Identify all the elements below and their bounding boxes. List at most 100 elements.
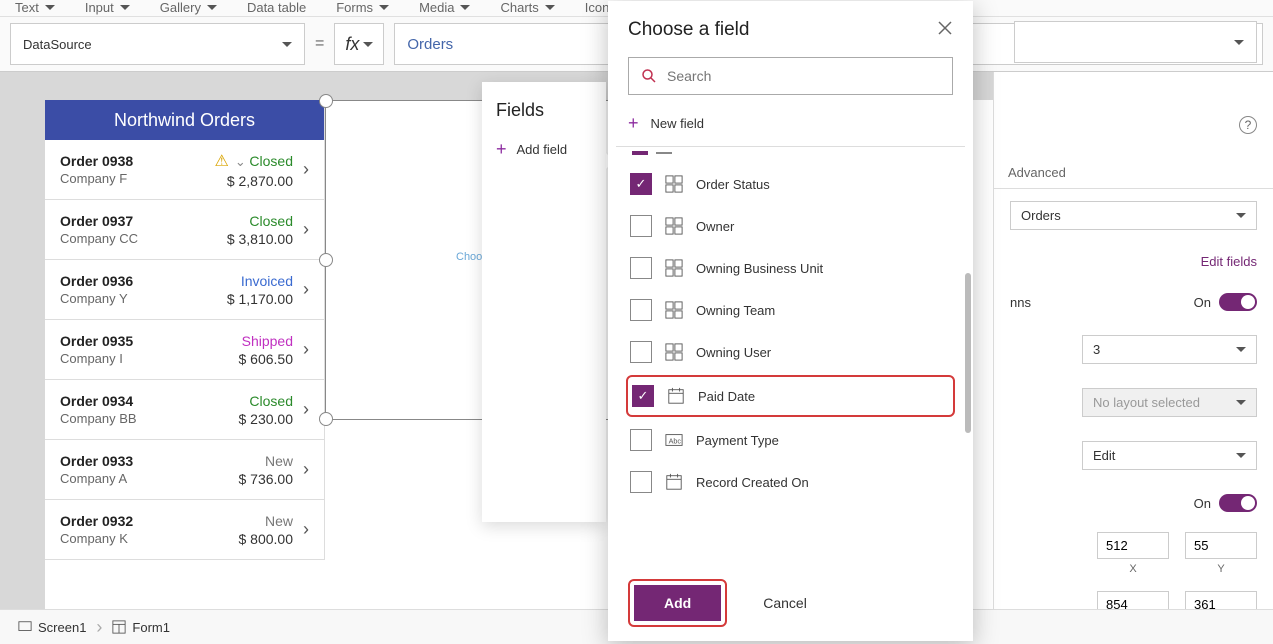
- datasource-select[interactable]: Orders: [1010, 201, 1257, 230]
- field-option[interactable]: Owning User: [622, 331, 959, 373]
- order-amount: $ 606.50: [239, 351, 294, 367]
- chevron-down-icon: [282, 42, 292, 47]
- order-title: Order 0934: [60, 393, 239, 409]
- field-option[interactable]: Owning Team: [622, 289, 959, 331]
- order-company: Company BB: [60, 411, 239, 426]
- resize-handle[interactable]: [319, 94, 333, 108]
- field-option[interactable]: ✓ Order Status: [622, 163, 959, 205]
- new-field-button[interactable]: + New field: [628, 107, 953, 140]
- gallery-item[interactable]: Order 0935 Company I Shipped $ 606.50 ›: [45, 320, 324, 380]
- property-dropdown[interactable]: DataSource: [10, 23, 305, 65]
- checkbox[interactable]: [630, 215, 652, 237]
- field-option[interactable]: Owner: [622, 205, 959, 247]
- datasource-value: Orders: [1021, 208, 1061, 223]
- chevron-down-icon: [1236, 400, 1246, 405]
- ribbon-gallery[interactable]: Gallery: [160, 0, 217, 15]
- order-company: Company Y: [60, 291, 227, 306]
- snap-columns-label: nns: [1010, 295, 1031, 310]
- hidden-dropdown[interactable]: [1014, 21, 1257, 63]
- order-status: Closed: [249, 153, 293, 169]
- add-field-button[interactable]: + Add field: [482, 131, 606, 168]
- toggle-switch[interactable]: [1219, 494, 1257, 512]
- order-company: Company CC: [60, 231, 227, 246]
- checkbox[interactable]: ✓: [630, 173, 652, 195]
- visible-toggle[interactable]: On: [1194, 494, 1257, 512]
- field-option[interactable]: Abc Payment Type: [622, 419, 959, 461]
- breadcrumb-screen[interactable]: Screen1: [8, 616, 96, 639]
- close-icon: [937, 20, 953, 36]
- layout-select: No layout selected: [1082, 388, 1257, 417]
- mode-select[interactable]: Edit: [1082, 441, 1257, 470]
- toggle-switch[interactable]: [1219, 293, 1257, 311]
- pos-y-input[interactable]: [1185, 532, 1257, 559]
- property-name: DataSource: [23, 37, 92, 52]
- form-hint-label: Choo: [456, 251, 482, 263]
- order-status: Closed: [249, 213, 293, 229]
- pos-y-label: Y: [1217, 563, 1224, 575]
- gallery-item[interactable]: Order 0938 Company F ⚠⌄ Closed $ 2,870.0…: [45, 140, 324, 200]
- order-amount: $ 800.00: [239, 531, 294, 547]
- ribbon-forms[interactable]: Forms: [336, 0, 389, 15]
- order-status: New: [265, 453, 293, 469]
- order-title: Order 0933: [60, 453, 239, 469]
- resize-handle[interactable]: [319, 412, 333, 426]
- field-type-icon: [666, 386, 686, 406]
- plus-icon: +: [496, 139, 507, 160]
- breadcrumb-form[interactable]: Form1: [102, 616, 180, 639]
- checkbox[interactable]: [630, 257, 652, 279]
- info-icon[interactable]: ?: [1239, 116, 1257, 134]
- pos-x-input[interactable]: [1097, 532, 1169, 559]
- field-label: Owning Business Unit: [696, 261, 823, 276]
- layout-placeholder: No layout selected: [1093, 395, 1200, 410]
- svg-text:Abc: Abc: [669, 437, 682, 446]
- popup-title: Choose a field: [628, 19, 749, 41]
- gallery-item[interactable]: Order 0936 Company Y Invoiced $ 1,170.00…: [45, 260, 324, 320]
- gallery-item[interactable]: Order 0933 Company A New $ 736.00 ›: [45, 440, 324, 500]
- gallery-item[interactable]: Order 0937 Company CC Closed $ 3,810.00 …: [45, 200, 324, 260]
- field-type-icon: [664, 258, 684, 278]
- field-option[interactable]: Owning Business Unit: [622, 247, 959, 289]
- fields-panel-title: Fields: [482, 82, 606, 131]
- order-company: Company K: [60, 531, 239, 546]
- chevron-right-icon: ›: [303, 339, 309, 360]
- add-button[interactable]: Add: [634, 585, 721, 621]
- order-amount: $ 230.00: [239, 411, 294, 427]
- order-amount: $ 736.00: [239, 471, 294, 487]
- resize-handle[interactable]: [319, 253, 333, 267]
- checkbox[interactable]: ✓: [632, 385, 654, 407]
- fx-button[interactable]: fx: [334, 23, 384, 65]
- scrollbar[interactable]: [965, 273, 971, 433]
- tab-advanced[interactable]: Advanced: [994, 157, 1080, 188]
- ribbon-media[interactable]: Media: [419, 0, 470, 15]
- close-button[interactable]: [937, 20, 953, 41]
- columns-select[interactable]: 3: [1082, 335, 1257, 364]
- field-type-icon: [664, 342, 684, 362]
- edit-fields-link[interactable]: Edit fields: [1201, 254, 1257, 269]
- cancel-button[interactable]: Cancel: [747, 585, 823, 621]
- checkbox[interactable]: [630, 429, 652, 451]
- order-amount: $ 3,810.00: [227, 231, 293, 247]
- order-company: Company F: [60, 171, 215, 186]
- order-title: Order 0935: [60, 333, 239, 349]
- chevron-down-icon: [1234, 40, 1244, 45]
- field-option[interactable]: ✓ Paid Date: [626, 375, 955, 417]
- gallery-item[interactable]: Order 0934 Company BB Closed $ 230.00 ›: [45, 380, 324, 440]
- orders-gallery: Northwind Orders Order 0938 Company F ⚠⌄…: [45, 100, 325, 560]
- snap-toggle[interactable]: On: [1194, 293, 1257, 311]
- ribbon-text[interactable]: Text: [15, 0, 55, 15]
- field-search[interactable]: [628, 57, 953, 95]
- search-input[interactable]: [667, 68, 940, 84]
- ribbon-input[interactable]: Input: [85, 0, 130, 15]
- mini-bar-icon: [632, 151, 648, 155]
- field-label: Owner: [696, 219, 734, 234]
- gallery-item[interactable]: Order 0932 Company K New $ 800.00 ›: [45, 500, 324, 560]
- ribbon-datatable[interactable]: Data table: [247, 0, 306, 15]
- field-option[interactable]: Record Created On: [622, 461, 959, 503]
- checkbox[interactable]: [630, 471, 652, 493]
- checkbox[interactable]: [630, 299, 652, 321]
- checkbox[interactable]: [630, 341, 652, 363]
- chevron-right-icon: ›: [303, 459, 309, 480]
- chevron-right-icon: ›: [303, 519, 309, 540]
- field-type-icon: Abc: [664, 430, 684, 450]
- ribbon-charts[interactable]: Charts: [500, 0, 554, 15]
